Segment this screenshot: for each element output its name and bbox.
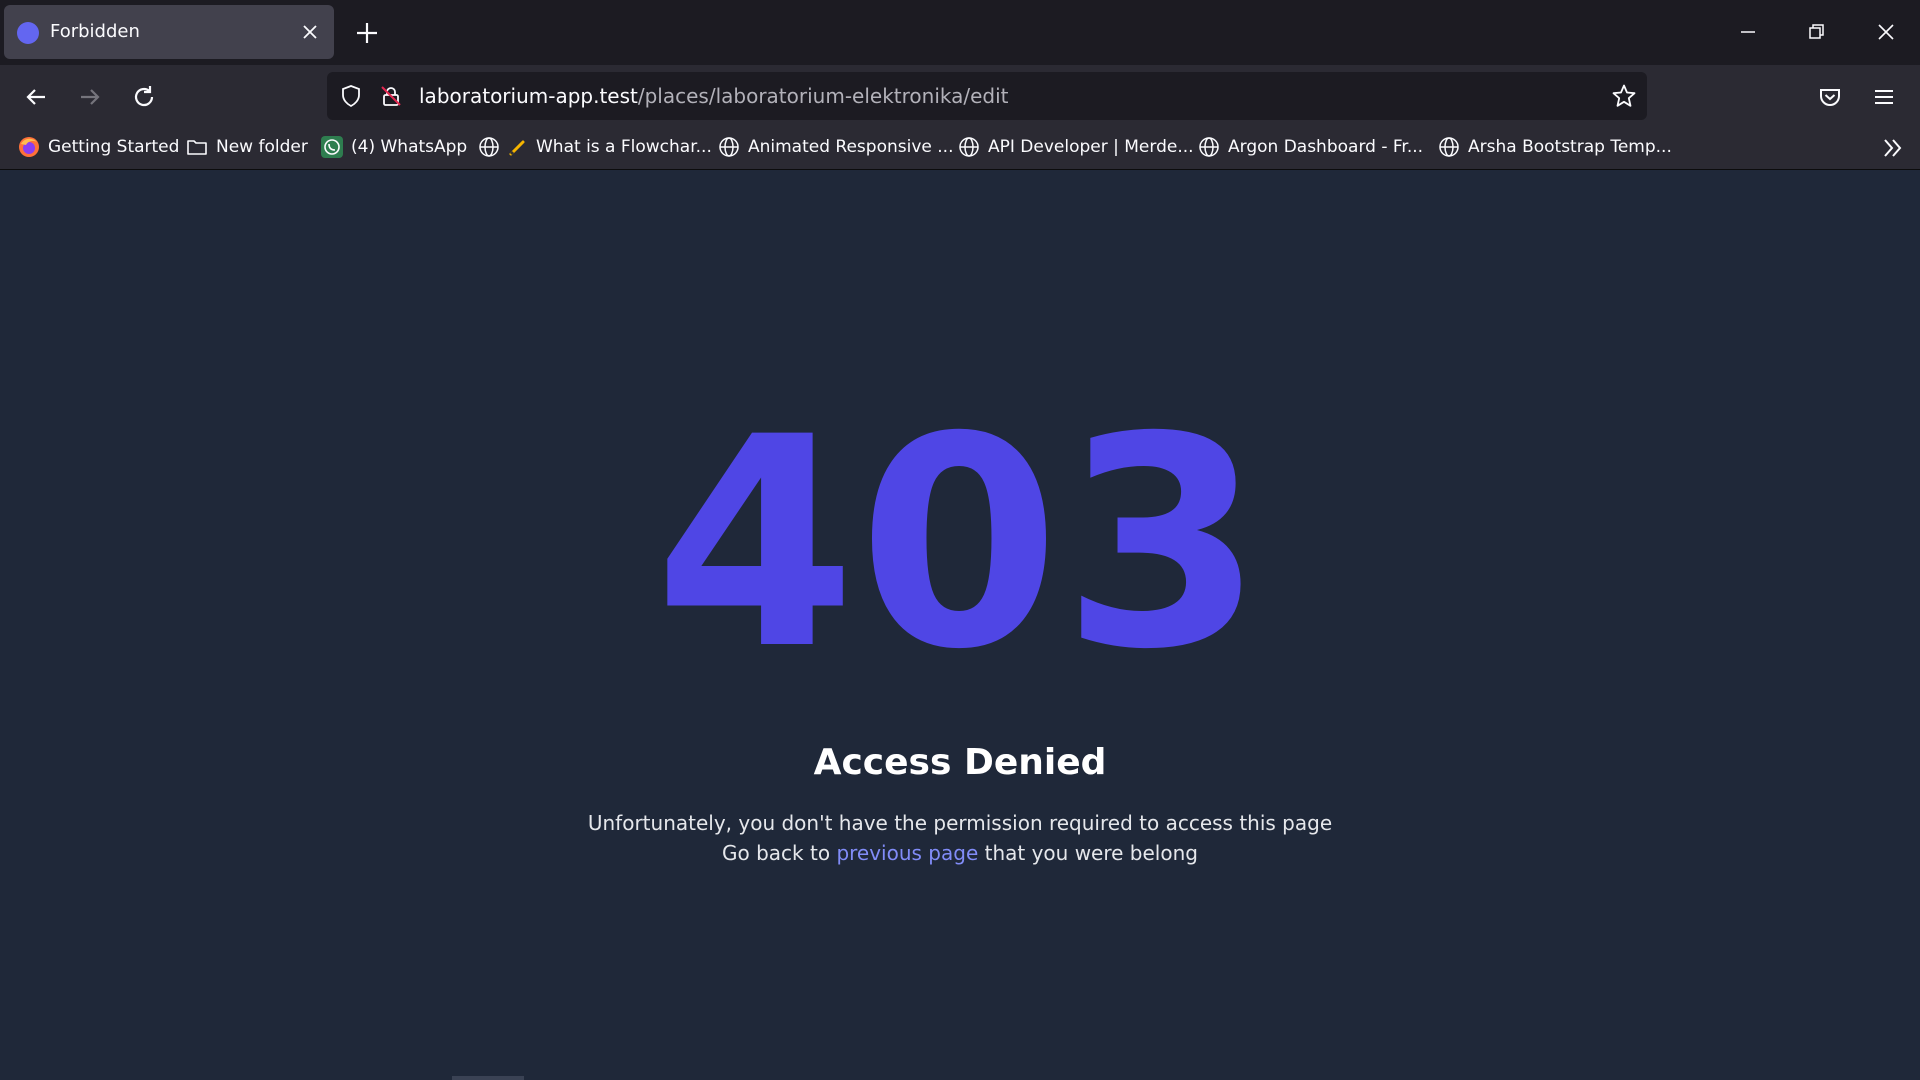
page-favicon-icon: [17, 22, 39, 44]
hamburger-menu-icon[interactable]: [1870, 83, 1898, 111]
back-arrow-icon[interactable]: [22, 83, 50, 111]
url-text[interactable]: laboratorium-app.test/places/laboratoriu…: [419, 72, 1009, 120]
bookmark-label: API Developer | Merde...: [988, 137, 1194, 157]
error-title: Access Denied: [813, 742, 1107, 783]
previous-page-link[interactable]: previous page: [836, 841, 978, 865]
bookmarks-toolbar: Getting Started New folder (4) WhatsApp …: [0, 129, 1920, 170]
reload-icon[interactable]: [130, 83, 158, 111]
pocket-icon[interactable]: [1816, 83, 1844, 111]
error-code: 403: [654, 376, 1266, 713]
bookmark-item[interactable]: Animated Responsive ...: [718, 129, 953, 165]
bookmark-label: Getting Started: [48, 137, 180, 157]
bookmark-folder[interactable]: New folder: [186, 129, 308, 165]
folder-icon: [187, 140, 207, 155]
tab-title: Forbidden: [50, 21, 140, 42]
globe-icon: [719, 137, 739, 157]
bookmark-label: New folder: [216, 137, 308, 157]
navigation-toolbar: laboratorium-app.test/places/laboratoriu…: [0, 65, 1920, 129]
bookmark-item[interactable]: (4) WhatsApp: [321, 129, 467, 165]
tab-forbidden[interactable]: Forbidden: [4, 5, 334, 59]
bookmark-label: Argon Dashboard - Fr...: [1228, 137, 1424, 157]
globe-icon: [1199, 137, 1219, 157]
bookmark-item[interactable]: API Developer | Merde...: [958, 129, 1194, 165]
new-tab-icon[interactable]: [354, 20, 380, 46]
globe-icon: [1439, 137, 1459, 157]
bookmark-label: (4) WhatsApp: [351, 137, 468, 157]
minimize-icon[interactable]: [1736, 20, 1760, 44]
bookmark-item[interactable]: Argon Dashboard - Fr...: [1198, 129, 1423, 165]
whatsapp-icon: [321, 136, 343, 158]
bookmark-star-icon[interactable]: [1611, 83, 1637, 109]
error-message-line1: Unfortunately, you don't have the permis…: [587, 811, 1333, 835]
bookmark-item[interactable]: Arsha Bootstrap Temp...: [1438, 129, 1672, 165]
close-window-icon[interactable]: [1874, 20, 1898, 44]
forward-arrow-icon[interactable]: [76, 83, 104, 111]
bookmark-label: What is a Flowchar...: [536, 137, 712, 157]
bookmark-item[interactable]: Getting Started: [18, 129, 179, 165]
bookmark-label: Animated Responsive ...: [748, 137, 954, 157]
tab-bar: Forbidden: [0, 0, 1920, 65]
firefox-icon: [19, 137, 39, 157]
pencil-icon: [509, 140, 525, 156]
insecure-lock-icon[interactable]: [379, 84, 403, 108]
globe-icon: [959, 137, 979, 157]
bookmark-label: Arsha Bootstrap Temp...: [1468, 137, 1672, 157]
close-tab-icon[interactable]: [300, 22, 320, 42]
line2-suffix: that you were belong: [978, 841, 1198, 865]
url-path: /places/laboratorium-elektronika/edit: [637, 84, 1009, 108]
error-page: 403 Access Denied Unfortunately, you don…: [0, 170, 1920, 1080]
tracking-protection-shield-icon[interactable]: [339, 84, 363, 108]
address-bar[interactable]: laboratorium-app.test/places/laboratoriu…: [327, 72, 1647, 120]
bookmark-item[interactable]: What is a Flowchar...: [478, 129, 712, 165]
chevron-double-right-icon[interactable]: [1880, 135, 1906, 161]
url-host: laboratorium-app.test: [419, 84, 638, 108]
horizontal-scrollbar[interactable]: [452, 1076, 524, 1080]
restore-icon[interactable]: [1804, 20, 1828, 44]
globe-icon: [479, 137, 499, 157]
error-message-line2: Go back to previous page that you were b…: [0, 838, 1920, 868]
error-message: Unfortunately, you don't have the permis…: [0, 808, 1920, 868]
line2-prefix: Go back to: [722, 841, 837, 865]
